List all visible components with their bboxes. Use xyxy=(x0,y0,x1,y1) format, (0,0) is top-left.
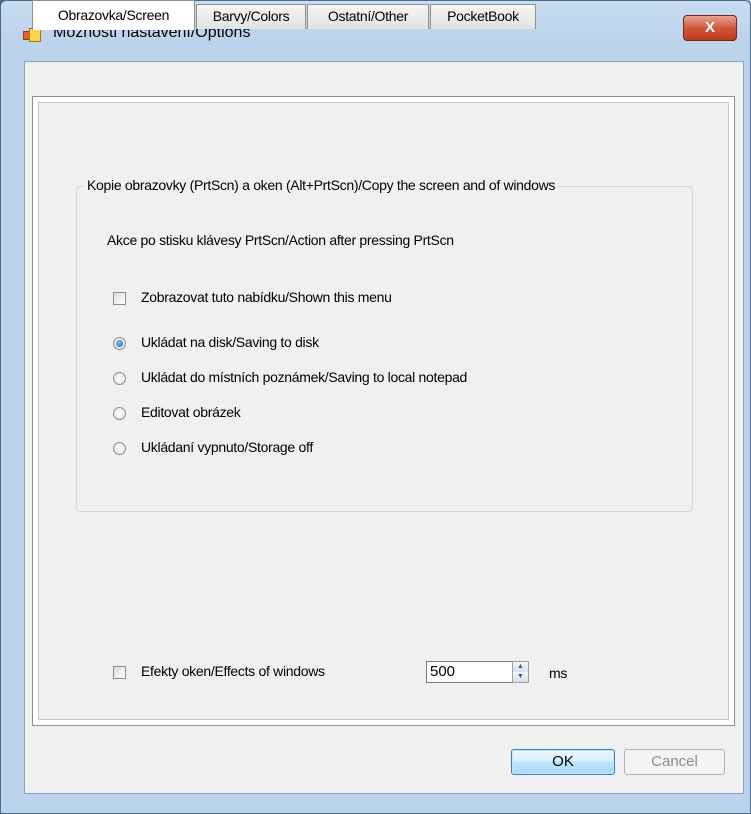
tab-other[interactable]: Ostatní/Other xyxy=(307,4,429,29)
spin-down-icon[interactable]: ▼ xyxy=(513,672,528,682)
radio-storage-off[interactable] xyxy=(113,442,126,455)
radio-save-to-disk[interactable] xyxy=(113,337,126,350)
groupbox-title: Kopie obrazovky (PrtScn) a oken (Alt+Prt… xyxy=(84,177,559,193)
radio-save-to-notepad-label[interactable]: Ukládat do místních poznámek/Saving to l… xyxy=(141,369,467,385)
cancel-button[interactable]: Cancel xyxy=(624,749,725,775)
action-label: Akce po stisku klávesy PrtScn/Action aft… xyxy=(107,232,454,248)
ok-button[interactable]: OK xyxy=(511,749,615,775)
tab-pocketbook[interactable]: PocketBook xyxy=(430,4,536,29)
effects-duration-input[interactable]: 500 xyxy=(426,661,514,683)
radio-edit-image[interactable] xyxy=(113,407,126,420)
show-menu-label[interactable]: Zobrazovat tuto nabídku/Shown this menu xyxy=(141,289,392,305)
effects-label[interactable]: Efekty oken/Effects of windows xyxy=(141,663,325,679)
radio-storage-off-label[interactable]: Ukládaní vypnuto/Storage off xyxy=(141,439,313,455)
close-button[interactable]: X xyxy=(683,15,737,41)
radio-edit-image-label[interactable]: Editovat obrázek xyxy=(141,404,241,420)
radio-save-to-disk-label[interactable]: Ukládat na disk/Saving to disk xyxy=(141,334,319,350)
tab-screen[interactable]: Obrazovka/Screen xyxy=(32,0,195,30)
effects-unit-label: ms xyxy=(549,665,568,681)
radio-save-to-notepad[interactable] xyxy=(113,372,126,385)
effects-duration-spinner[interactable]: ▲ ▼ xyxy=(512,661,529,683)
show-menu-checkbox[interactable] xyxy=(113,292,126,305)
tab-colors[interactable]: Barvy/Colors xyxy=(196,4,306,29)
effects-checkbox[interactable] xyxy=(113,666,126,679)
